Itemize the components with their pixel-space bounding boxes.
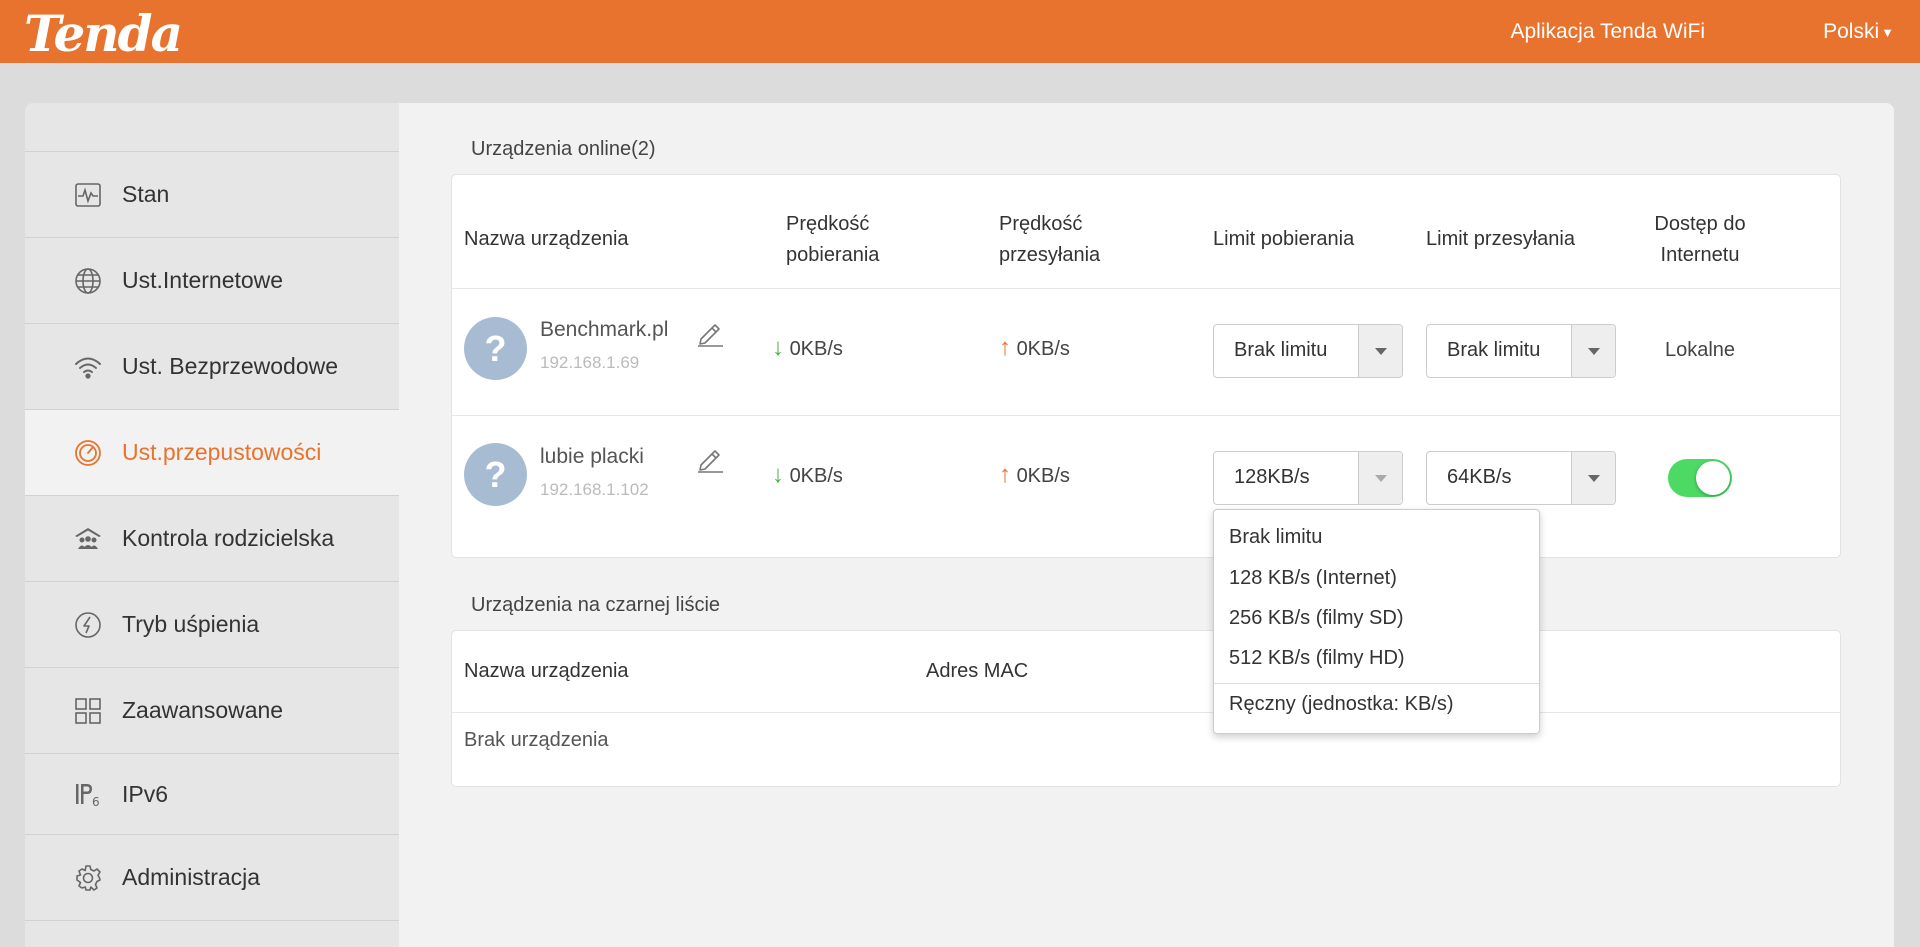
avatar: ? (464, 317, 527, 380)
dropdown-option[interactable]: 512 KB/s (filmy HD) (1229, 647, 1405, 670)
col-header-device-name: Nazwa urządzenia (464, 228, 629, 250)
arrow-up-icon: ↑ (999, 334, 1011, 361)
avatar: ? (464, 443, 527, 506)
internet-access-toggle[interactable] (1668, 459, 1732, 497)
empty-message: Brak urządzenia (464, 729, 609, 751)
pencil-icon[interactable] (695, 443, 725, 473)
chevron-down-icon[interactable] (1358, 325, 1402, 377)
top-bar: Tenda Aplikacja Tenda WiFi Polski ▼ (0, 0, 1920, 63)
sidebar-item-bandwidth[interactable]: Ust.przepustowości (25, 410, 399, 496)
sidebar-item-wireless[interactable]: Ust. Bezprzewodowe (25, 324, 399, 410)
device-name: Benchmark.pl (540, 318, 669, 341)
chevron-down-icon[interactable] (1571, 325, 1615, 377)
download-speed: ↓ 0KB/s (772, 334, 843, 361)
device-name: lubie placki (540, 445, 644, 468)
arrow-up-icon: ↑ (999, 461, 1011, 488)
download-limit-select[interactable]: 128KB/s (1213, 451, 1403, 505)
sidebar-item-label: IPv6 (122, 780, 169, 807)
blacklist-title: Urządzenia na czarnej liście (471, 594, 721, 616)
sidebar-item-label: Tryb uśpienia (122, 611, 260, 637)
download-limit-select[interactable]: Brak limitu (1213, 324, 1403, 378)
device-ip: 192.168.1.69 (540, 353, 640, 372)
svg-text:6: 6 (92, 795, 100, 809)
col-header-upload-limit: Limit przesyłania (1426, 228, 1575, 250)
sleep-icon (72, 609, 104, 641)
sidebar-item-advanced[interactable]: Zaawansowane (25, 668, 399, 754)
sidebar-item-label: Zaawansowane (122, 697, 284, 723)
ipv6-icon: 6 (72, 778, 104, 810)
grid-icon (72, 695, 104, 727)
sidebar: Stan Ust.Internetowe Ust. Bezprzewodowe … (25, 103, 399, 947)
dropdown-option[interactable]: 128 KB/s (Internet) (1229, 567, 1397, 590)
download-limit-dropdown: Brak limitu 128 KB/s (Internet) 256 KB/s… (1213, 509, 1540, 734)
wifi-icon (72, 351, 104, 383)
pulse-icon (72, 179, 104, 211)
sidebar-item-administration[interactable]: Administracja (25, 835, 399, 921)
sidebar-item-stan[interactable]: Stan (25, 152, 399, 238)
main-content: Urządzenia online(2) Nazwa urządzenia Pr… (399, 103, 1894, 947)
tenda-wifi-app-link[interactable]: Aplikacja Tenda WiFi (1510, 20, 1705, 44)
chevron-down-icon[interactable] (1358, 452, 1402, 504)
sidebar-item-label: Ust.Internetowe (122, 267, 284, 293)
dropdown-option[interactable]: 256 KB/s (filmy SD) (1229, 607, 1403, 630)
sidebar-item-label: Kontrola rodzicielska (122, 525, 335, 551)
sidebar-item-label: Ust.przepustowości (122, 439, 322, 465)
sidebar-item-label: Ust. Bezprzewodowe (122, 353, 339, 379)
family-icon (72, 523, 104, 555)
chevron-down-icon: ▼ (1881, 24, 1894, 40)
dropdown-option[interactable]: Brak limitu (1229, 526, 1322, 549)
arrow-down-icon: ↓ (772, 461, 784, 488)
upload-speed: ↑ 0KB/s (999, 334, 1070, 361)
gear-icon (72, 862, 104, 894)
dropdown-option-manual[interactable]: Ręczny (jednostka: KB/s) (1229, 693, 1454, 716)
sidebar-item-label: Administracja (122, 864, 261, 890)
pencil-icon[interactable] (695, 317, 725, 347)
tenda-logo[interactable]: Tenda (24, 4, 183, 63)
sidebar-item-internet[interactable]: Ust.Internetowe (25, 238, 399, 324)
upload-speed: ↑ 0KB/s (999, 461, 1070, 488)
upload-limit-select[interactable]: 64KB/s (1426, 451, 1616, 505)
language-selector[interactable]: Polski ▼ (1823, 20, 1894, 44)
col-header-download-limit: Limit pobierania (1213, 228, 1355, 250)
online-devices-title: Urządzenia online(2) (471, 138, 656, 160)
sidebar-item-ipv6[interactable]: 6 IPv6 (25, 754, 399, 835)
chevron-down-icon[interactable] (1571, 452, 1615, 504)
device-ip: 192.168.1.102 (540, 480, 649, 499)
internet-access-status: Lokalne (1664, 339, 1736, 361)
arrow-down-icon: ↓ (772, 334, 784, 361)
col-header-device-name: Nazwa urządzenia (464, 660, 629, 682)
speedometer-icon (72, 437, 104, 469)
col-header-mac-address: Adres MAC (926, 660, 1029, 682)
col-header-internet-access: Dostęp do Internetu (1654, 213, 1746, 266)
sidebar-item-parental[interactable]: Kontrola rodzicielska (25, 496, 399, 582)
col-header-download-speed: Prędkość pobierania (786, 213, 880, 266)
sidebar-item-sleep[interactable]: Tryb uśpienia (25, 582, 399, 668)
col-header-upload-speed: Prędkość przesyłania (999, 213, 1101, 266)
upload-limit-select[interactable]: Brak limitu (1426, 324, 1616, 378)
online-devices-table: Nazwa urządzenia Prędkość pobierania Prę… (451, 174, 1841, 558)
globe-icon (72, 265, 104, 297)
download-speed: ↓ 0KB/s (772, 461, 843, 488)
language-label: Polski (1823, 20, 1880, 43)
blacklist-table: Nazwa urządzenia Adres MAC Brak urządzen… (451, 630, 1841, 787)
sidebar-item-label: Stan (122, 181, 170, 207)
